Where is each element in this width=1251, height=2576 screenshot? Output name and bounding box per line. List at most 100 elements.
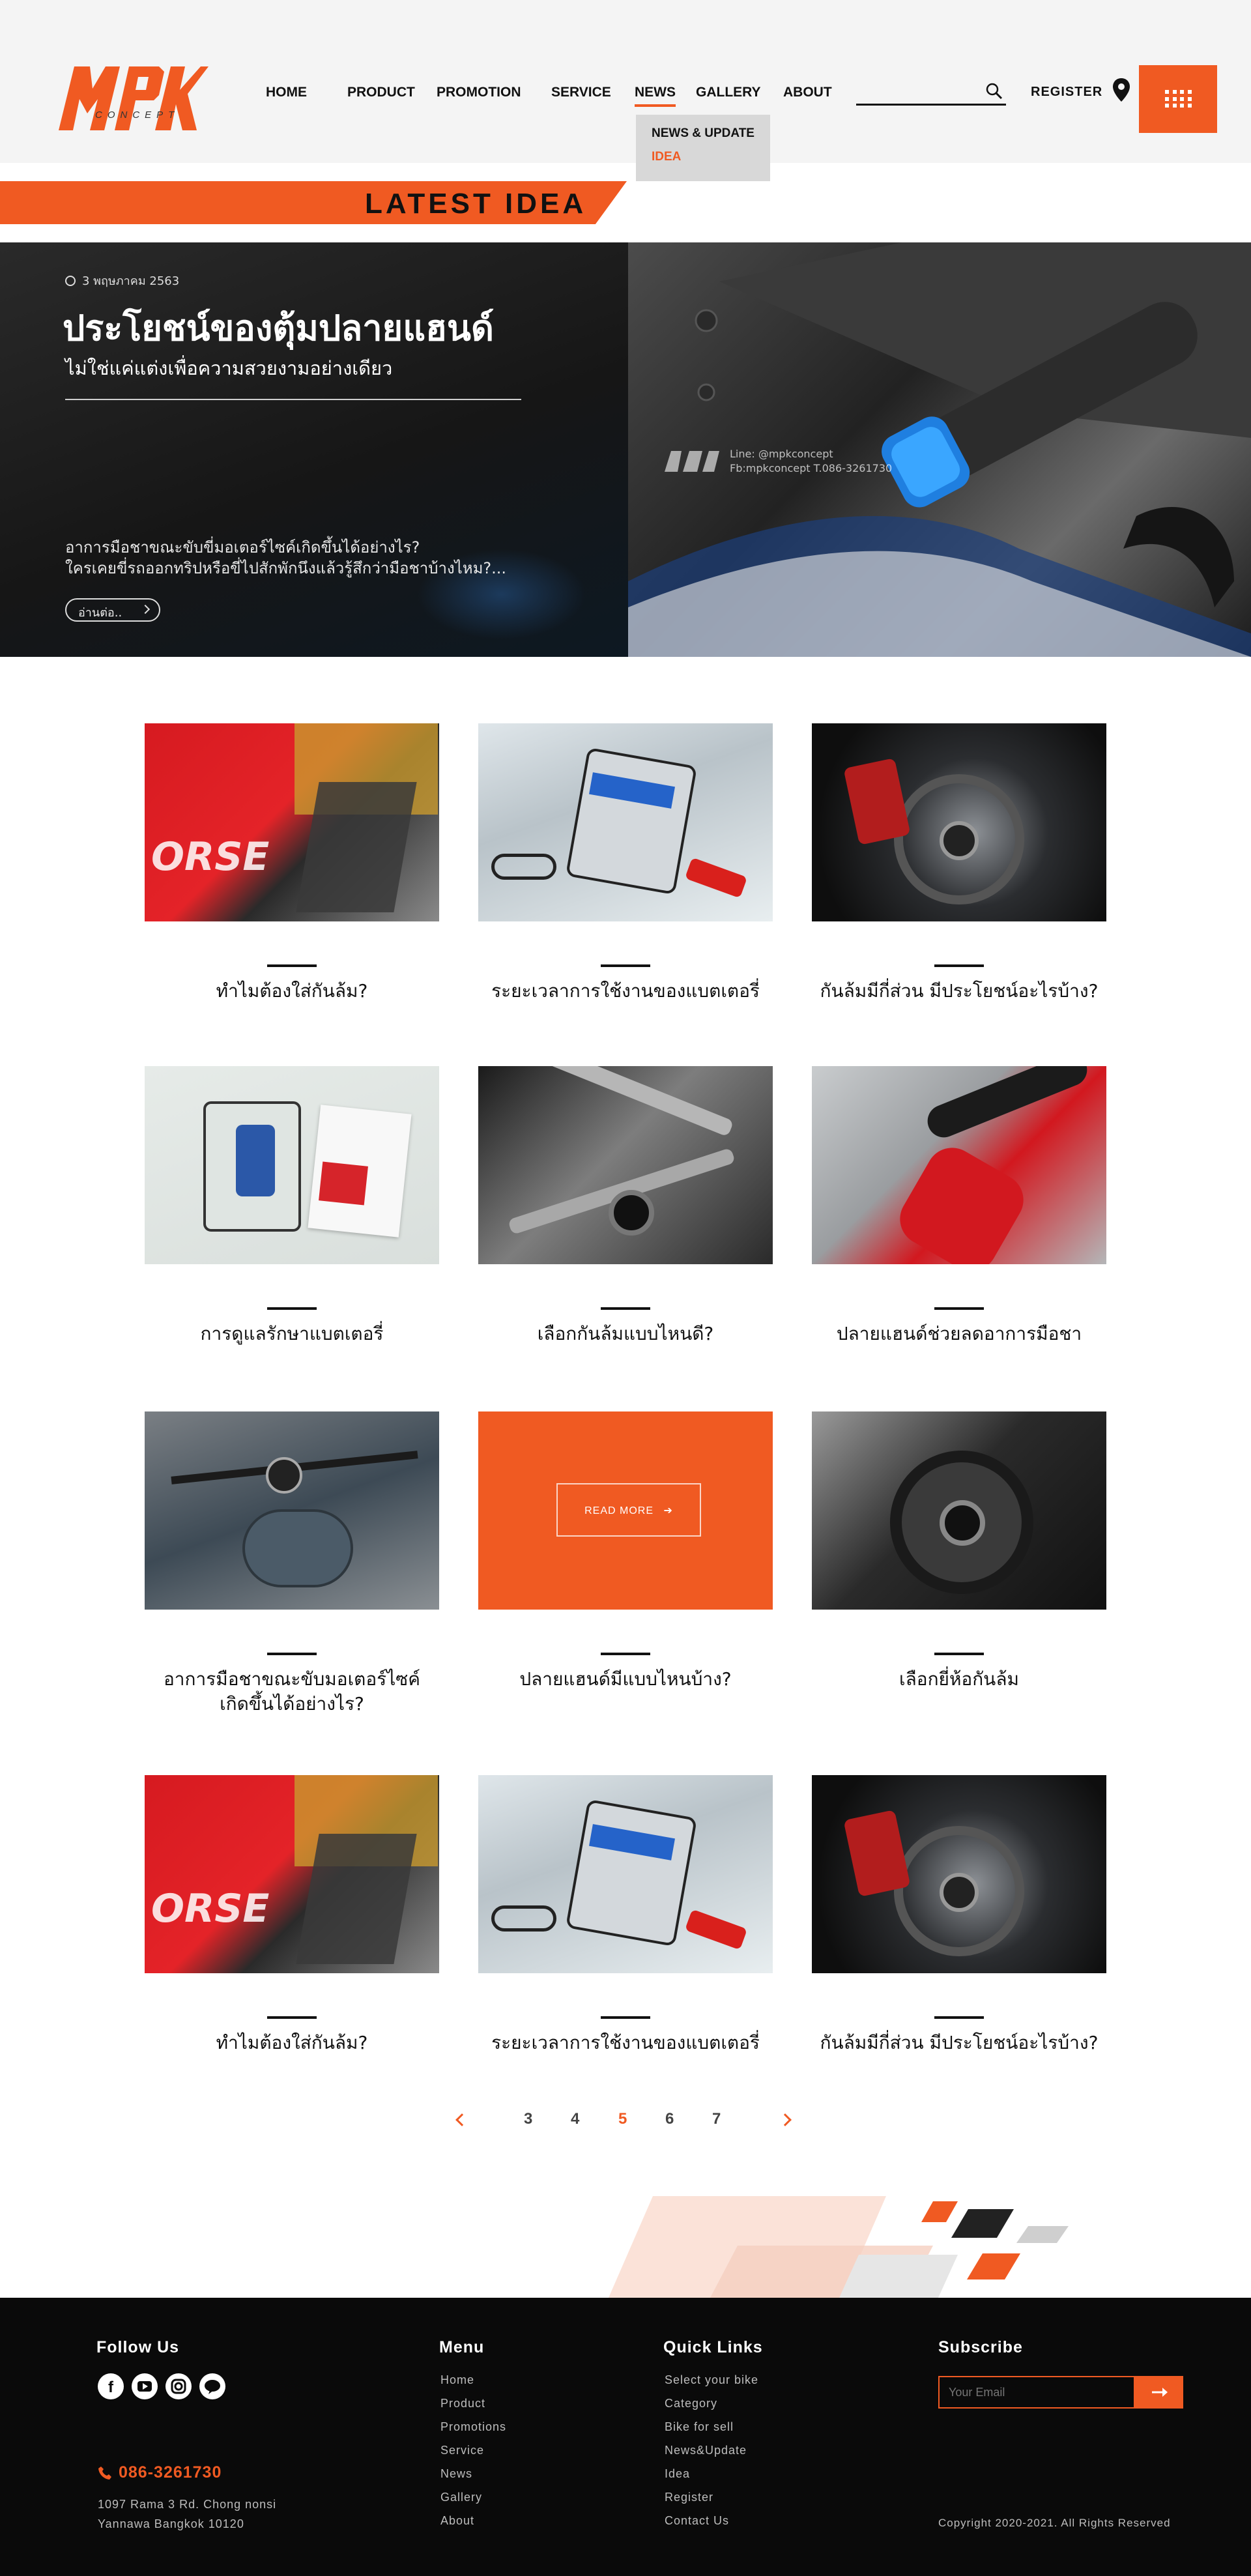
quick-contact-us[interactable]: Contact Us xyxy=(665,2514,729,2528)
nav-service[interactable]: SERVICE xyxy=(551,85,611,100)
footer-menu-home[interactable]: Home xyxy=(440,2373,474,2387)
card-title[interactable]: อาการมือชาขณะขับมอเตอร์ไซค์ เกิดขึ้นได้อ… xyxy=(145,1667,439,1716)
dropdown-idea[interactable]: IDEA xyxy=(652,150,770,164)
nav-promotion[interactable]: PROMOTION xyxy=(437,85,521,100)
card-title[interactable]: ปลายแฮนด์มีแบบไหนบ้าง? xyxy=(478,1667,773,1692)
search-box[interactable] xyxy=(856,80,1006,106)
card-divider xyxy=(601,1653,650,1655)
card-image-bar-end[interactable] xyxy=(812,1066,1106,1264)
facebook-icon[interactable]: f xyxy=(98,2373,124,2399)
read-more-tile-label: READ MORE xyxy=(584,1505,654,1516)
card-title[interactable]: ทำไมต้องใส่กันล้ม? xyxy=(145,979,439,1004)
location-pin-icon[interactable] xyxy=(1113,78,1130,102)
idea-card[interactable]: READ MORE ➔ ปลายแฮนด์มีแบบไหนบ้าง? xyxy=(478,1411,773,1692)
footer-menu-about[interactable]: About xyxy=(440,2514,474,2528)
card-divider xyxy=(267,1653,317,1655)
quick-bike-for-sell[interactable]: Bike for sell xyxy=(665,2420,734,2434)
idea-card[interactable]: ORSE ทำไมต้องใส่กันล้ม? xyxy=(145,723,439,1004)
idea-card[interactable]: ปลายแฮนด์ช่วยลดอาการมือชา xyxy=(812,1066,1106,1346)
footer-menu-gallery[interactable]: Gallery xyxy=(440,2491,482,2504)
mpk-logo[interactable]: CONCEPT xyxy=(50,63,208,136)
footer-address: 1097 Rama 3 Rd. Chong nonsi Yannawa Bang… xyxy=(98,2495,276,2534)
page-7[interactable]: 7 xyxy=(712,2110,721,2128)
footer-phone[interactable]: 086-3261730 xyxy=(98,2463,222,2482)
card-image-front-brake[interactable] xyxy=(812,723,1106,921)
quick-register[interactable]: Register xyxy=(665,2491,713,2504)
card-image-read-more-tile[interactable]: READ MORE ➔ xyxy=(478,1411,773,1610)
charger-package xyxy=(565,747,698,895)
card-title[interactable]: กันล้มมีกี่ส่วน มีประโยชน์อะไรบ้าง? xyxy=(812,979,1106,1004)
quick-news-update[interactable]: News&Update xyxy=(665,2444,747,2457)
nav-about[interactable]: ABOUT xyxy=(783,85,832,100)
idea-card[interactable]: กันล้มมีกี่ส่วน มีประโยชน์อะไรบ้าง? xyxy=(812,1775,1106,2055)
idea-card[interactable]: เลือกยี่ห้อกันล้ม xyxy=(812,1411,1106,1692)
page-5-current[interactable]: 5 xyxy=(618,2110,627,2128)
card-image-battery-charger[interactable] xyxy=(478,723,773,921)
register-link[interactable]: REGISTER xyxy=(1031,85,1102,100)
read-more-button[interactable]: อ่านต่อ.. xyxy=(65,598,160,622)
page-3[interactable]: 3 xyxy=(524,2110,532,2128)
youtube-icon[interactable] xyxy=(132,2373,158,2399)
hero-image-bar-end xyxy=(628,242,1251,657)
card-title[interactable]: กันล้มมีกี่ส่วน มีประโยชน์อะไรบ้าง? xyxy=(812,2031,1106,2055)
fuel-tank xyxy=(242,1509,353,1587)
footer-menu-service[interactable]: Service xyxy=(440,2444,484,2457)
subscribe-email-input[interactable] xyxy=(938,2376,1135,2409)
fairing-lettering: ORSE xyxy=(151,834,270,880)
card-title[interactable]: ระยะเวลาการใช้งานของแบตเตอรี่ xyxy=(478,2031,773,2055)
next-page-icon[interactable] xyxy=(779,2113,792,2126)
idea-card[interactable]: เลือกกันล้มแบบไหนดี? xyxy=(478,1066,773,1346)
quick-category[interactable]: Category xyxy=(665,2397,717,2410)
card-image-motorcycle-handlebar[interactable] xyxy=(145,1411,439,1610)
footer-menu-product[interactable]: Product xyxy=(440,2397,485,2410)
card-image-trellis-frame[interactable] xyxy=(478,1066,773,1264)
read-more-tile-button[interactable]: READ MORE ➔ xyxy=(556,1483,701,1537)
nav-gallery[interactable]: GALLERY xyxy=(696,85,761,100)
subscribe-button[interactable] xyxy=(1135,2376,1183,2409)
search-icon[interactable] xyxy=(985,82,1003,100)
card-title[interactable]: ทำไมต้องใส่กันล้ม? xyxy=(145,2031,439,2055)
hero-subtitle: ไม่ใช่แค่แต่งเพื่อความสวยงามอย่างเดียว xyxy=(65,357,393,379)
page-6[interactable]: 6 xyxy=(665,2110,674,2128)
idea-card[interactable]: การดูแลรักษาแบตเตอรี่ xyxy=(145,1066,439,1346)
site-footer: Follow Us f 086-3261730 1097 Rama 3 Rd. … xyxy=(0,2298,1251,2576)
quick-select-bike[interactable]: Select your bike xyxy=(665,2373,758,2387)
idea-card[interactable]: ระยะเวลาการใช้งานของแบตเตอรี่ xyxy=(478,723,773,1004)
fairing-lettering: ORSE xyxy=(151,1886,270,1932)
card-title[interactable]: ระยะเวลาการใช้งานของแบตเตอรี่ xyxy=(478,979,773,1004)
idea-card[interactable]: ระยะเวลาการใช้งานของแบตเตอรี่ xyxy=(478,1775,773,2055)
footer-menu-news[interactable]: News xyxy=(440,2467,472,2481)
instagram-icon[interactable] xyxy=(165,2373,192,2399)
line-icon[interactable] xyxy=(199,2373,225,2399)
hero-text-panel: 3 พฤษภาคม 2563 ประโยชน์ของตุ้มปลายแฮนด์ … xyxy=(0,242,628,657)
follow-title: Follow Us xyxy=(96,2338,180,2356)
idea-card[interactable]: กันล้มมีกี่ส่วน มีประโยชน์อะไรบ้าง? xyxy=(812,723,1106,1004)
card-title[interactable]: ปลายแฮนด์ช่วยลดอาการมือชา xyxy=(812,1322,1106,1346)
page-4[interactable]: 4 xyxy=(571,2110,579,2128)
hero-title: ประโยชน์ของตุ้มปลายแฮนด์ xyxy=(63,308,494,349)
nav-home[interactable]: HOME xyxy=(266,85,307,100)
card-title[interactable]: เลือกกันล้มแบบไหนดี? xyxy=(478,1322,773,1346)
card-image-rear-axle[interactable] xyxy=(812,1411,1106,1610)
card-image-battery-charger[interactable] xyxy=(478,1775,773,1973)
nav-product[interactable]: PRODUCT xyxy=(347,85,415,100)
quick-idea[interactable]: Idea xyxy=(665,2467,690,2481)
menu-grid-button[interactable] xyxy=(1139,65,1217,133)
card-title[interactable]: การดูแลรักษาแบตเตอรี่ xyxy=(145,1322,439,1346)
idea-card[interactable]: ORSE ทำไมต้องใส่กันล้ม? xyxy=(145,1775,439,2055)
card-image-charger-kit[interactable] xyxy=(145,1066,439,1264)
footer-menu-promotions[interactable]: Promotions xyxy=(440,2420,506,2434)
idea-card[interactable]: อาการมือชาขณะขับมอเตอร์ไซค์ เกิดขึ้นได้อ… xyxy=(145,1411,439,1716)
svg-text:f: f xyxy=(108,2379,114,2396)
prev-page-icon[interactable] xyxy=(455,2113,468,2126)
card-image-red-motorcycle[interactable]: ORSE xyxy=(145,723,439,921)
card-image-red-motorcycle[interactable]: ORSE xyxy=(145,1775,439,1973)
dropdown-news-update[interactable]: NEWS & UPDATE xyxy=(652,126,770,141)
card-divider xyxy=(934,1307,984,1310)
card-title[interactable]: เลือกยี่ห้อกันล้ม xyxy=(812,1667,1106,1692)
search-input[interactable] xyxy=(856,80,980,103)
axle-slider xyxy=(940,1500,985,1546)
card-image-front-brake[interactable] xyxy=(812,1775,1106,1973)
nav-news[interactable]: NEWS xyxy=(635,85,676,107)
brake-caliper xyxy=(843,757,911,846)
